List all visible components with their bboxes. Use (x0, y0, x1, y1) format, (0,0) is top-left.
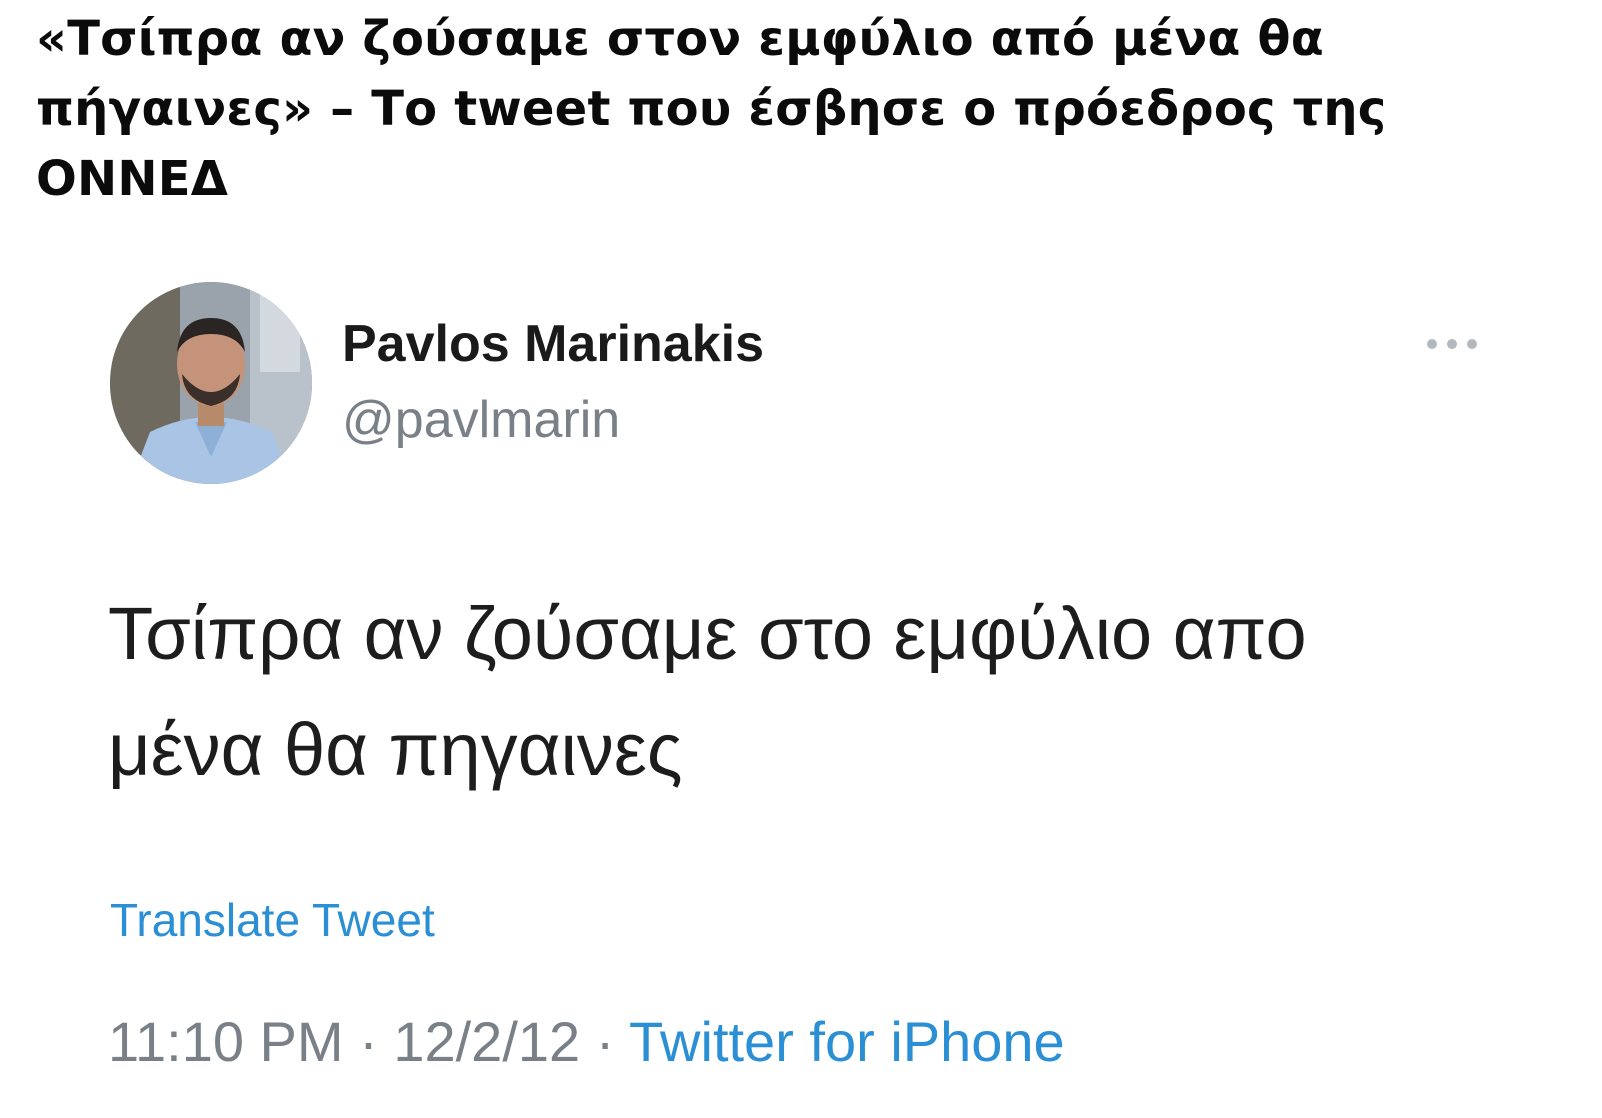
tweet-metadata: 11:10 PM · 12/2/12 · Twitter for iPhone (108, 1008, 1065, 1076)
author-name[interactable]: Pavlos Marinakis (342, 314, 764, 374)
tweet-source-link[interactable]: Twitter for iPhone (629, 1010, 1065, 1073)
embedded-tweet: Pavlos Marinakis @pavlmarin Τσίπρα αν ζο… (0, 270, 1602, 1118)
author-handle[interactable]: @pavlmarin (342, 390, 620, 450)
tweet-text-line-2: μένα θα πηγαινες (108, 708, 683, 791)
avatar-photo (110, 282, 312, 484)
tweet-date[interactable]: 12/2/12 (393, 1010, 580, 1073)
avatar[interactable] (110, 282, 312, 484)
article-headline: «Τσίπρα αν ζούσαμε στον εμφύλιο από μένα… (36, 11, 1387, 207)
tweet-text: Τσίπρα αν ζούσαμε στο εμφύλιο απο μένα θ… (108, 576, 1528, 808)
more-horizontal-icon[interactable] (1424, 334, 1480, 354)
separator: · (359, 1010, 378, 1073)
tweet-text-line-1: Τσίπρα αν ζούσαμε στο εμφύλιο απο (108, 592, 1307, 675)
separator: · (595, 1010, 615, 1073)
translate-tweet-link[interactable]: Translate Tweet (110, 890, 435, 950)
tweet-time[interactable]: 11:10 PM (108, 1010, 344, 1073)
